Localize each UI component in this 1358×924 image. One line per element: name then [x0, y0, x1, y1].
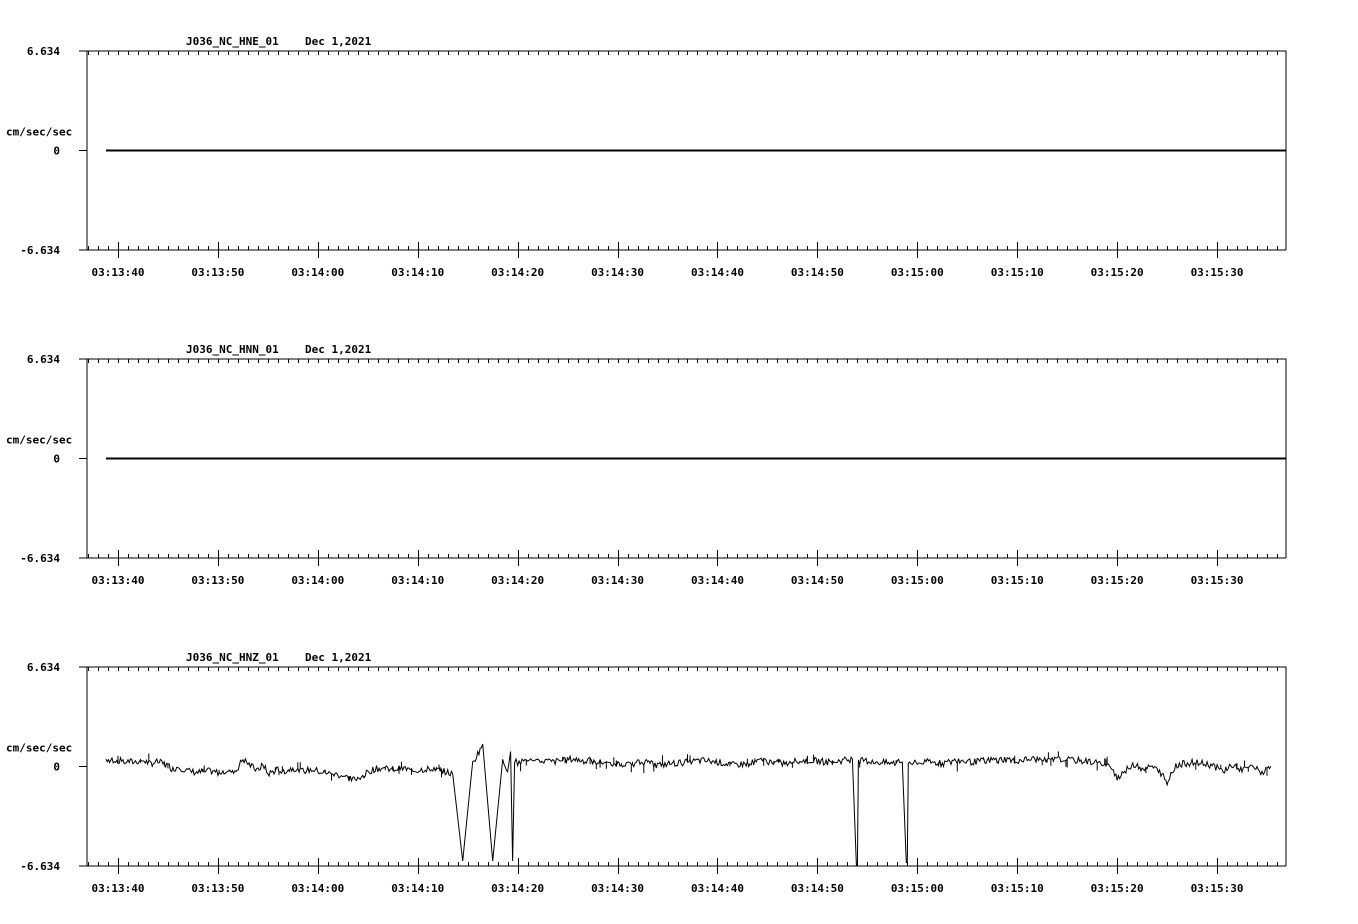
x-tick-label: 03:14:10	[391, 574, 444, 587]
x-tick-label: 03:14:20	[491, 882, 544, 895]
x-tick-label: 03:14:00	[291, 882, 344, 895]
x-tick-label: 03:13:40	[91, 574, 144, 587]
date-label: Dec 1,2021	[305, 343, 372, 356]
y-min-label: -6.634	[20, 244, 60, 257]
x-tick-label: 03:13:40	[91, 266, 144, 279]
x-tick-label: 03:14:10	[391, 266, 444, 279]
y-min-label: -6.634	[20, 552, 60, 565]
x-tick-label: 03:13:40	[91, 882, 144, 895]
date-label: Dec 1,2021	[305, 35, 372, 48]
station-label: J036_NC_HNE_01	[186, 35, 279, 48]
x-tick-label: 03:15:00	[891, 266, 944, 279]
station-label: J036_NC_HNN_01	[186, 343, 279, 356]
x-tick-label: 03:14:10	[391, 882, 444, 895]
x-tick-label: 03:15:10	[991, 266, 1044, 279]
x-tick-label: 03:14:30	[591, 266, 644, 279]
seismogram-panel-hnz: 03:13:40 03:13:50 03:14:00 03:14:10 03:14:20…	[6, 651, 1287, 895]
x-tick-label: 03:15:30	[1191, 266, 1244, 279]
x-tick-label: 03:15:10	[991, 574, 1044, 587]
x-tick-label: 03:15:30	[1191, 882, 1244, 895]
x-tick-label: 03:14:50	[791, 882, 844, 895]
x-tick-label: 03:15:20	[1091, 882, 1144, 895]
x-tick-label: 03:13:50	[191, 882, 244, 895]
x-tick-label: 03:14:30	[591, 882, 644, 895]
x-tick-label: 03:14:30	[591, 574, 644, 587]
x-tick-label: 03:14:40	[691, 266, 744, 279]
y-zero-label: 0	[53, 761, 60, 774]
y-units-label: cm/sec/sec	[6, 742, 72, 755]
station-label: J036_NC_HNZ_01	[186, 651, 279, 664]
y-max-label: 6.634	[27, 353, 60, 366]
seismogram-panel-hnn: 03:13:40 03:13:50 03:14:00 03:14:10 03:14:20…	[6, 343, 1287, 587]
x-tick-label: 03:14:40	[691, 882, 744, 895]
y-max-label: 6.634	[27, 45, 60, 58]
x-tick-label: 03:13:50	[191, 266, 244, 279]
x-tick-label: 03:15:10	[991, 882, 1044, 895]
x-tick-label: 03:14:20	[491, 574, 544, 587]
x-tick-label: 03:14:40	[691, 574, 744, 587]
x-tick-label: 03:15:00	[891, 882, 944, 895]
x-tick-label: 03:13:50	[191, 574, 244, 587]
x-tick-label: 03:15:20	[1091, 266, 1144, 279]
x-tick-label: 03:14:50	[791, 266, 844, 279]
y-zero-label: 0	[53, 453, 60, 466]
seismogram-panel-hne: 03:13:40 03:13:50 03:14:00 03:14:10 03:14:20…	[6, 35, 1287, 279]
date-label: Dec 1,2021	[305, 651, 372, 664]
waveform-trace-hnz	[105, 743, 1272, 866]
x-tick-label: 03:14:50	[791, 574, 844, 587]
x-tick-label: 03:15:00	[891, 574, 944, 587]
x-tick-label: 03:15:30	[1191, 574, 1244, 587]
seismogram-figure: 03:13:40 03:13:50 03:14:00 03:14:10 03:14:20…	[6, 35, 1287, 895]
y-min-label: -6.634	[20, 860, 60, 873]
y-units-label: cm/sec/sec	[6, 126, 72, 139]
y-max-label: 6.634	[27, 661, 60, 674]
x-tick-label: 03:14:00	[291, 574, 344, 587]
x-tick-label: 03:15:20	[1091, 574, 1144, 587]
y-units-label: cm/sec/sec	[6, 434, 72, 447]
x-tick-label: 03:14:20	[491, 266, 544, 279]
y-zero-label: 0	[53, 145, 60, 158]
x-tick-label: 03:14:00	[291, 266, 344, 279]
